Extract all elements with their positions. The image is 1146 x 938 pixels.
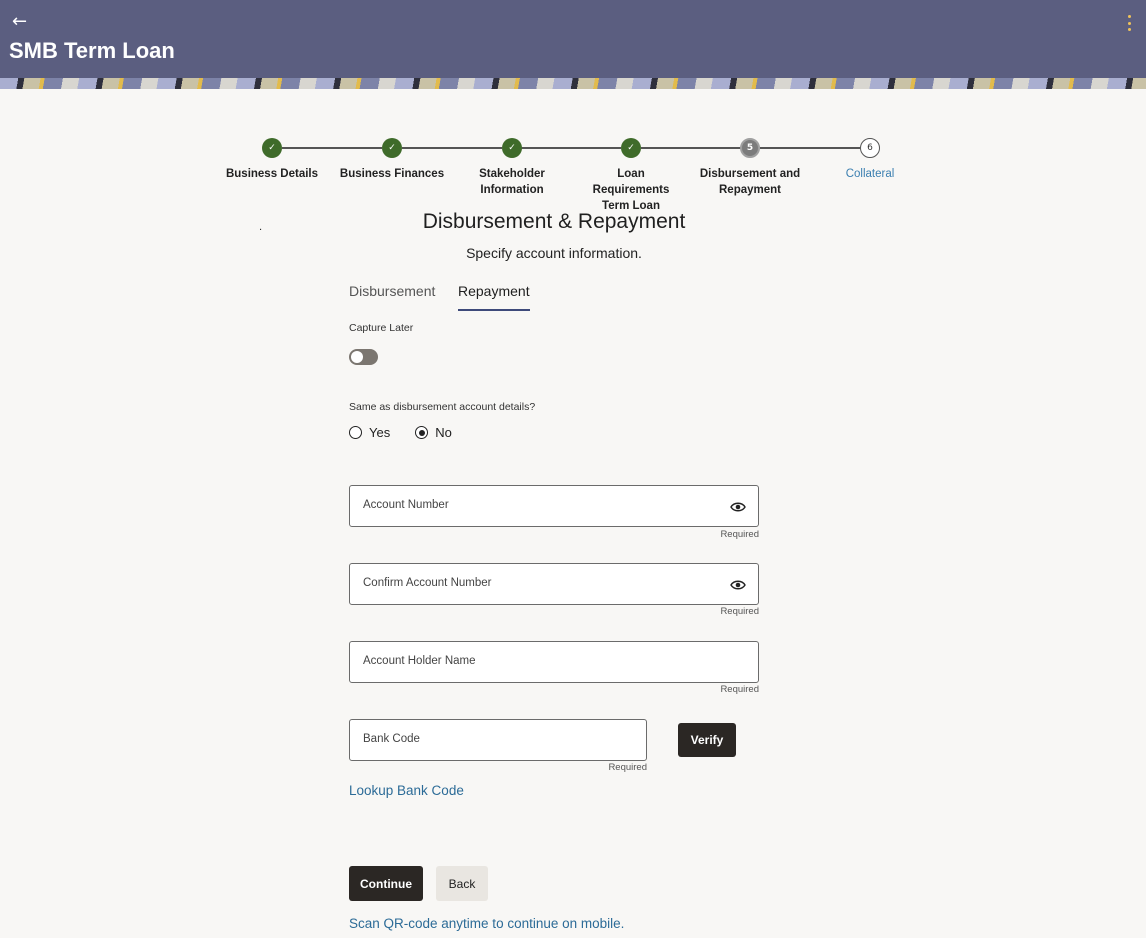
scan-qr-code-link[interactable]: Scan QR-code anytime to continue on mobi… <box>349 916 624 931</box>
step-business-finances[interactable]: ✓ Business Finances <box>332 136 452 182</box>
step-label: Loan Requirements Term Loan <box>592 168 670 212</box>
same-as-disbursement-label: Same as disbursement account details? <box>349 401 536 413</box>
tab-repayment[interactable]: Repayment <box>458 283 530 311</box>
capture-later-toggle[interactable] <box>349 349 378 365</box>
page-subtitle: Specify account information. <box>466 245 642 261</box>
check-icon: ✓ <box>621 138 641 158</box>
radio-no-label[interactable]: No <box>435 425 452 440</box>
check-icon: ✓ <box>382 138 402 158</box>
radio-yes[interactable] <box>349 426 362 439</box>
required-hint: Required <box>720 684 759 695</box>
step-collateral[interactable]: 6 Collateral <box>810 136 930 182</box>
kebab-menu-icon[interactable] <box>1121 12 1137 34</box>
check-icon: ✓ <box>502 138 522 158</box>
confirm-account-number-placeholder: Confirm Account Number <box>363 577 492 589</box>
show-password-eye-icon[interactable] <box>730 577 746 593</box>
step-number: 6 <box>860 138 880 158</box>
step-label: Business Finances <box>339 168 445 180</box>
bank-code-placeholder: Bank Code <box>363 733 420 745</box>
app-title: SMB Term Loan <box>9 38 175 63</box>
confirm-account-number-field[interactable]: Confirm Account Number <box>349 563 759 605</box>
account-number-field[interactable]: Account Number <box>349 485 759 527</box>
tab-disbursement[interactable]: Disbursement <box>349 283 435 309</box>
step-business-details[interactable]: ✓ Business Details <box>212 136 332 182</box>
step-label: Stakeholder Information <box>479 168 545 196</box>
page-title: Disbursement & Repayment <box>422 210 686 233</box>
step-disbursement-repayment[interactable]: 5 Disbursement and Repayment <box>690 136 810 198</box>
step-label: Disbursement and Repayment <box>699 168 801 196</box>
required-hint: Required <box>720 529 759 540</box>
account-holder-name-field[interactable]: Account Holder Name <box>349 641 759 683</box>
back-button[interactable]: Back <box>436 866 488 901</box>
lookup-bank-code-link[interactable]: Lookup Bank Code <box>349 783 464 798</box>
step-label: Business Details <box>225 168 319 180</box>
account-number-placeholder: Account Number <box>363 499 449 511</box>
step-number: 5 <box>740 138 760 158</box>
back-arrow-icon[interactable]: ← <box>12 10 27 34</box>
step-label: Collateral <box>845 168 895 180</box>
toggle-knob <box>351 351 363 363</box>
radio-no[interactable] <box>415 426 429 439</box>
bank-code-field[interactable]: Bank Code <box>349 719 647 761</box>
account-holder-name-placeholder: Account Holder Name <box>363 655 476 667</box>
continue-button[interactable]: Continue <box>349 866 423 901</box>
header-pattern-band <box>0 78 1146 89</box>
required-hint: Required <box>720 606 759 617</box>
show-password-eye-icon[interactable] <box>730 499 746 515</box>
radio-yes-label[interactable]: Yes <box>369 425 390 440</box>
progress-stepper: ✓ Business Details ✓ Business Finances ✓… <box>0 136 1146 212</box>
verify-button[interactable]: Verify <box>678 723 736 757</box>
required-hint: Required <box>608 762 647 773</box>
check-icon: ✓ <box>262 138 282 158</box>
capture-later-label: Capture Later <box>349 322 414 334</box>
app-header: ← SMB Term Loan <box>0 0 1146 89</box>
step-stakeholder-information[interactable]: ✓ Stakeholder Information <box>451 136 573 198</box>
step-loan-requirements[interactable]: ✓ Loan Requirements Term Loan <box>571 136 691 214</box>
same-as-radio-group: Yes No <box>349 425 477 440</box>
